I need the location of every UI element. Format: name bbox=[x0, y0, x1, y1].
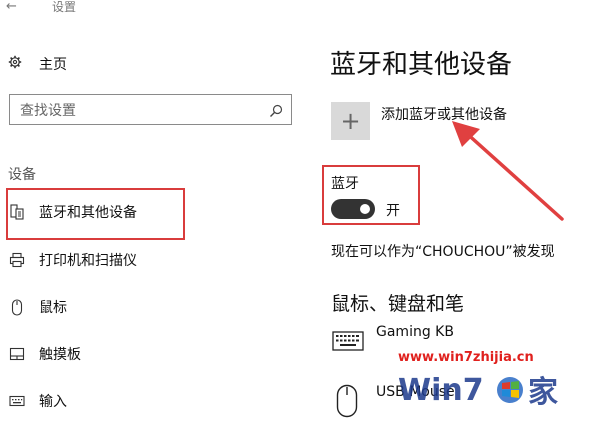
add-device-button[interactable]: + bbox=[331, 102, 370, 140]
svg-text:Win7: Win7 bbox=[398, 373, 484, 408]
discoverable-text: 现在可以作为“CHOUCHOU”被发现 bbox=[331, 244, 555, 260]
sidebar-item-typing[interactable]: 输入 bbox=[8, 388, 67, 414]
sidebar-item-touchpad[interactable]: 触摸板 bbox=[8, 341, 81, 367]
keyboard-icon bbox=[8, 392, 26, 410]
sidebar-item-label: 输入 bbox=[39, 394, 67, 410]
back-button[interactable]: ← bbox=[6, 0, 26, 16]
sidebar-item-mouse[interactable]: 鼠标 bbox=[8, 294, 67, 320]
mouse-icon bbox=[8, 298, 26, 316]
sidebar-item-label: 打印机和扫描仪 bbox=[39, 253, 137, 269]
section-label-devices: 设备 bbox=[8, 167, 36, 183]
window-title: 设置 bbox=[52, 0, 77, 14]
highlight-box-bluetooth-toggle bbox=[322, 165, 420, 225]
watermark-logo: Win7 家 bbox=[398, 373, 558, 410]
section-title-input-devices: 鼠标、键盘和笔 bbox=[331, 293, 465, 315]
mouse-icon bbox=[336, 384, 358, 422]
watermark-url: www.win7zhijia.cn bbox=[398, 350, 534, 365]
search-placeholder: 查找设置 bbox=[20, 102, 76, 119]
sidebar-item-label: 触摸板 bbox=[39, 347, 81, 363]
search-input[interactable]: 查找设置 bbox=[9, 94, 292, 125]
plus-icon: + bbox=[340, 107, 361, 135]
page-title: 蓝牙和其他设备 bbox=[330, 50, 513, 80]
highlight-box-bluetooth-nav bbox=[6, 188, 185, 240]
keyboard-icon bbox=[332, 331, 364, 355]
sidebar-item-home[interactable]: 主页 bbox=[8, 52, 67, 76]
svg-text:家: 家 bbox=[528, 375, 558, 410]
sidebar-item-printers[interactable]: 打印机和扫描仪 bbox=[8, 247, 137, 273]
device-name[interactable]: Gaming KB bbox=[376, 324, 454, 340]
gear-icon bbox=[8, 55, 26, 73]
printer-icon bbox=[8, 251, 26, 269]
annotation-arrow bbox=[452, 121, 564, 221]
sidebar-item-label: 鼠标 bbox=[39, 300, 67, 316]
home-label: 主页 bbox=[39, 57, 67, 73]
search-icon bbox=[269, 103, 283, 117]
touchpad-icon bbox=[8, 345, 26, 363]
